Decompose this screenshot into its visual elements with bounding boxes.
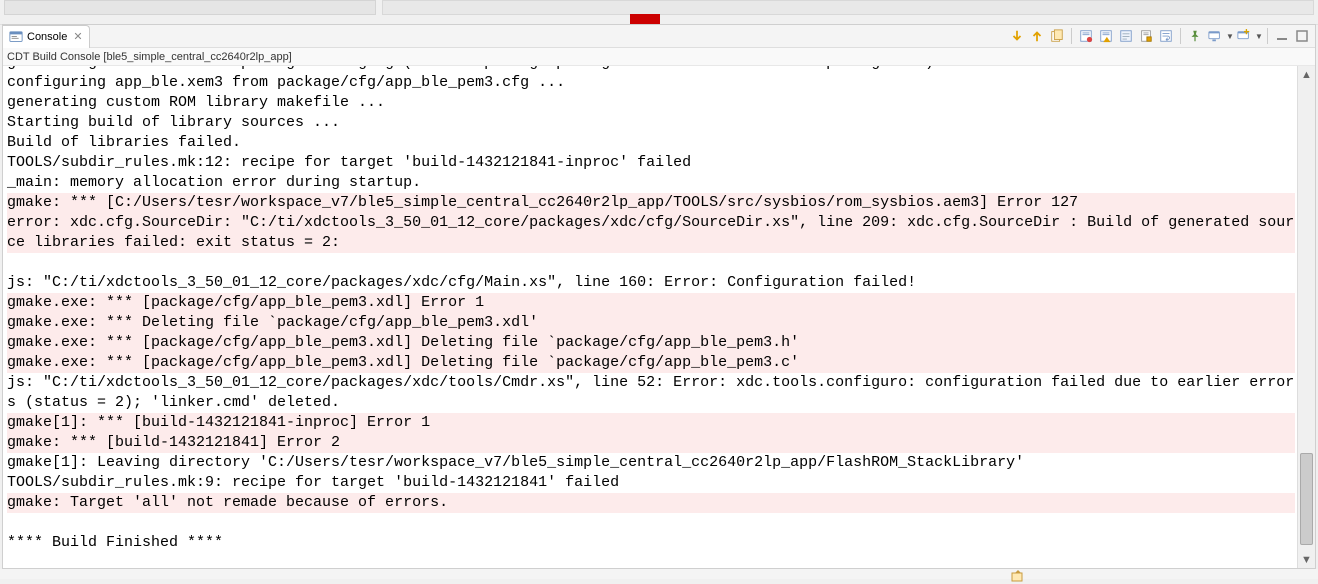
console-line: gmake.exe: *** [package/cfg/app_ble_pem3…: [7, 353, 1295, 373]
tab-console-label: Console: [27, 31, 67, 43]
console-line: **** Build Finished ****: [7, 533, 1295, 553]
show-error-button[interactable]: [1077, 27, 1095, 45]
scroll-lock-icon: [1139, 29, 1153, 43]
clear-console-button[interactable]: [1117, 27, 1135, 45]
dropdown-icon[interactable]: ▼: [1226, 32, 1233, 41]
dropdown-icon[interactable]: ▼: [1255, 32, 1262, 41]
heap-status-icon: [1010, 568, 1026, 584]
console-line: js: "C:/ti/xdctools_3_50_01_12_core/pack…: [7, 273, 1295, 293]
console-line: gmake.exe: *** [package/cfg/app_ble_pem3…: [7, 293, 1295, 313]
pin-console-button[interactable]: [1186, 27, 1204, 45]
console-line: gmake.exe: *** Deleting file `package/cf…: [7, 313, 1295, 333]
console-line: gmake: *** [C:/Users/tesr/workspace_v7/b…: [7, 193, 1295, 213]
scroll-up-icon[interactable]: ▲: [1298, 66, 1315, 83]
console-line: gmake: *** [build-1432121841] Error 2: [7, 433, 1295, 453]
monitor-icon: [1208, 29, 1222, 43]
console-line: gmake[1]: *** [build-1432121841-inproc] …: [7, 413, 1295, 433]
console-line: [7, 513, 1295, 533]
word-wrap-icon: [1159, 29, 1173, 43]
copy-build-log-button[interactable]: [1048, 27, 1066, 45]
console-output[interactable]: generating interfaces for package config…: [3, 66, 1315, 568]
scroll-track[interactable]: [1298, 83, 1315, 551]
console-line: TOOLS/subdir_rules.mk:12: recipe for tar…: [7, 153, 1295, 173]
show-warning-button[interactable]: [1097, 27, 1115, 45]
console-line: generating custom ROM library makefile .…: [7, 93, 1295, 113]
background-pane-2: [382, 0, 1314, 15]
view-toolbar: ▼ ▼: [1008, 25, 1311, 47]
minimize-icon: [1276, 30, 1288, 42]
console-line: TOOLS/subdir_rules.mk:9: recipe for targ…: [7, 473, 1295, 493]
warning-log-icon: [1099, 29, 1113, 43]
console-line: gmake[1]: Leaving directory 'C:/Users/te…: [7, 453, 1295, 473]
console-view: Console ✕: [2, 24, 1316, 569]
console-subheader: CDT Build Console [ble5_simple_central_c…: [3, 48, 1315, 66]
background-pane-1: [4, 0, 376, 15]
word-wrap-button[interactable]: [1157, 27, 1175, 45]
separator-icon: [1071, 28, 1072, 44]
status-bar: [0, 569, 1318, 579]
console-line: Starting build of library sources ...: [7, 113, 1295, 133]
pin-icon: [1188, 29, 1202, 43]
scroll-down-icon[interactable]: ▼: [1298, 551, 1315, 568]
console-line: js: "C:/ti/xdctools_3_50_01_12_core/pack…: [7, 373, 1295, 413]
copy-log-icon: [1050, 29, 1064, 43]
open-console-button[interactable]: [1235, 27, 1253, 45]
scrollbar-vertical[interactable]: ▲ ▼: [1297, 66, 1315, 568]
tab-console[interactable]: Console ✕: [3, 25, 90, 48]
arrow-up-icon: [1030, 29, 1044, 43]
prev-error-button[interactable]: [1028, 27, 1046, 45]
error-log-icon: [1079, 29, 1093, 43]
separator-icon: [1180, 28, 1181, 44]
console-line: _main: memory allocation error during st…: [7, 173, 1295, 193]
editor-top-strip: [0, 0, 1318, 25]
next-error-button[interactable]: [1008, 27, 1026, 45]
scroll-lock-button[interactable]: [1137, 27, 1155, 45]
separator-icon: [1267, 28, 1268, 44]
maximize-icon: [1296, 30, 1308, 42]
clear-icon: [1119, 29, 1133, 43]
console-lines: generating interfaces for package config…: [7, 66, 1295, 553]
display-selected-console-button[interactable]: [1206, 27, 1224, 45]
scroll-thumb[interactable]: [1300, 453, 1313, 545]
console-line: Build of libraries failed.: [7, 133, 1295, 153]
tab-bar: Console ✕: [3, 25, 1315, 48]
close-icon[interactable]: ✕: [73, 30, 82, 43]
console-icon: [9, 30, 23, 44]
console-line: configuring app_ble.xem3 from package/cf…: [7, 73, 1295, 93]
arrow-down-icon: [1010, 29, 1024, 43]
problem-marker-icon: [630, 14, 660, 24]
new-monitor-icon: [1237, 29, 1251, 43]
console-line: generating interfaces for package config…: [7, 66, 1295, 73]
console-line: gmake: Target 'all' not remade because o…: [7, 493, 1295, 513]
console-line: error: xdc.cfg.SourceDir: "C:/ti/xdctool…: [7, 213, 1295, 253]
minimize-button[interactable]: [1273, 27, 1291, 45]
console-line: [7, 253, 1295, 273]
console-line: gmake.exe: *** [package/cfg/app_ble_pem3…: [7, 333, 1295, 353]
maximize-button[interactable]: [1293, 27, 1311, 45]
